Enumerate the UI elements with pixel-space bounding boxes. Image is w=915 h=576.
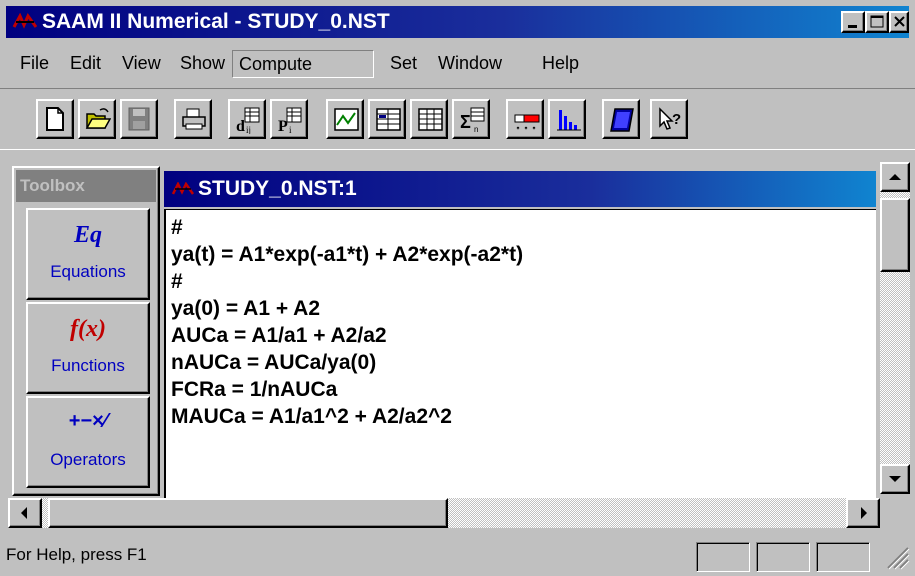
menu-set[interactable]: Set [384, 50, 423, 78]
document-app-icon [172, 182, 194, 195]
toolbar: d ij Pi Σn ? [0, 88, 915, 150]
arrow-right-icon [861, 507, 867, 519]
window-title: SAAM II Numerical - STUDY_0.NST [42, 10, 390, 33]
menu-file[interactable]: File [14, 50, 55, 78]
vertical-scroll-thumb[interactable] [880, 198, 910, 272]
svg-text:i: i [289, 125, 292, 134]
svg-text:n: n [474, 125, 478, 134]
operators-icon: +−×⁄ [68, 410, 108, 432]
functions-icon: f(x) [70, 316, 106, 342]
status-bar: For Help, press F1 [0, 536, 915, 576]
toolbox-title: Toolbox [16, 170, 156, 202]
scroll-down-button[interactable] [880, 464, 910, 494]
operators-tool[interactable]: +−×⁄ Operators [26, 396, 150, 488]
equation-editor[interactable]: # ya(t) = A1*exp(-a1*t) + A2*exp(-a2*t) … [164, 209, 876, 498]
arrow-down-icon [889, 476, 901, 482]
horizontal-scroll-thumb[interactable] [48, 498, 448, 528]
bar-chart-icon [557, 110, 581, 131]
svg-text:P: P [278, 118, 288, 134]
scroll-right-button[interactable] [846, 498, 880, 528]
menu-window[interactable]: Window [432, 50, 508, 78]
scroll-up-button[interactable] [880, 162, 910, 192]
menu-edit[interactable]: Edit [64, 50, 107, 78]
status-text: For Help, press F1 [6, 545, 147, 564]
scrollbar-corner [880, 498, 910, 528]
maximize-icon [870, 15, 884, 28]
editor-line: MAUCa = A1/a1^2 + A2/a2^2 [171, 405, 452, 428]
context-help-button[interactable]: ? [650, 99, 688, 139]
menu-show[interactable]: Show [174, 50, 231, 78]
context-help-icon: ? [659, 107, 681, 130]
plot-icon [334, 108, 359, 131]
close-button[interactable] [889, 11, 909, 33]
title-bar[interactable]: SAAM II Numerical - STUDY_0.NST [6, 6, 909, 38]
close-icon [894, 16, 905, 27]
parameters-pi-icon: Pi [278, 107, 302, 134]
menu-bar: File Edit View Show Compute Set Window H… [6, 44, 909, 84]
operators-label: Operators [50, 450, 126, 469]
data-button[interactable]: d ij [228, 99, 266, 139]
minimize-button[interactable] [841, 11, 865, 33]
table-icon [376, 108, 401, 131]
functions-tool[interactable]: f(x) Functions [26, 302, 150, 394]
equations-icon: Eq [73, 222, 102, 248]
editor-line: ya(t) = A1*exp(-a1*t) + A2*exp(-a2*t) [171, 243, 524, 266]
horizontal-scrollbar[interactable] [8, 498, 880, 528]
scroll-left-button[interactable] [8, 498, 42, 528]
equations-tool[interactable]: Eq Equations [26, 208, 150, 300]
menu-compute[interactable]: Compute [232, 50, 374, 78]
menu-view[interactable]: View [116, 50, 167, 78]
minimize-icon [848, 25, 857, 28]
table-grid-icon [418, 108, 443, 131]
document-window: STUDY_0.NST:1 # ya(t) = A1*exp(-a1*t) + … [160, 166, 880, 498]
menu-help[interactable]: Help [536, 50, 585, 78]
maximize-button[interactable] [865, 11, 889, 33]
editor-line: ya(0) = A1 + A2 [171, 297, 321, 320]
status-panel [816, 542, 870, 572]
editor-line: # [171, 270, 183, 293]
equations-label: Equations [50, 262, 126, 281]
status-panel [756, 542, 810, 572]
save-disk-icon [128, 107, 150, 131]
printer-icon [182, 108, 206, 130]
toolbox-panel: Toolbox Eq Equations f(x) Functions +−×⁄… [12, 166, 160, 496]
parameters-button[interactable]: Pi [270, 99, 308, 139]
plot-button[interactable] [326, 99, 364, 139]
editor-line: FCRa = 1/nAUCa [171, 378, 338, 401]
vertical-scrollbar[interactable] [880, 162, 910, 494]
settings-button[interactable] [506, 99, 544, 139]
histogram-button[interactable] [548, 99, 586, 139]
functions-label: Functions [51, 356, 125, 375]
editor-line: nAUCa = AUCa/ya(0) [171, 351, 377, 374]
svg-text:ij: ij [246, 125, 251, 134]
slider-settings-icon [514, 114, 540, 130]
notebook-icon [610, 108, 634, 132]
data-dij-icon: d ij [236, 107, 260, 134]
open-folder-icon [85, 108, 111, 129]
new-document-icon [46, 107, 64, 131]
table-grid-button[interactable] [410, 99, 448, 139]
arrow-up-icon [889, 174, 901, 180]
arrow-left-icon [21, 507, 27, 519]
statistics-button[interactable]: Σn [452, 99, 490, 139]
sigma-icon: Σn [460, 107, 485, 134]
status-panel [696, 542, 750, 572]
saam-app-icon [12, 13, 38, 29]
svg-text:d: d [236, 118, 245, 134]
svg-text:Σ: Σ [460, 112, 471, 132]
print-button[interactable] [174, 99, 212, 139]
notebook-button[interactable] [602, 99, 640, 139]
save-button[interactable] [120, 99, 158, 139]
new-button[interactable] [36, 99, 74, 139]
table-button[interactable] [368, 99, 406, 139]
svg-text:?: ? [672, 111, 681, 128]
resize-grip-icon[interactable] [884, 544, 910, 570]
editor-line: AUCa = A1/a1 + A2/a2 [171, 324, 387, 347]
document-title: STUDY_0.NST:1 [198, 177, 357, 200]
document-title-bar[interactable]: STUDY_0.NST:1 [164, 171, 876, 207]
editor-line: # [171, 216, 183, 239]
open-button[interactable] [78, 99, 116, 139]
